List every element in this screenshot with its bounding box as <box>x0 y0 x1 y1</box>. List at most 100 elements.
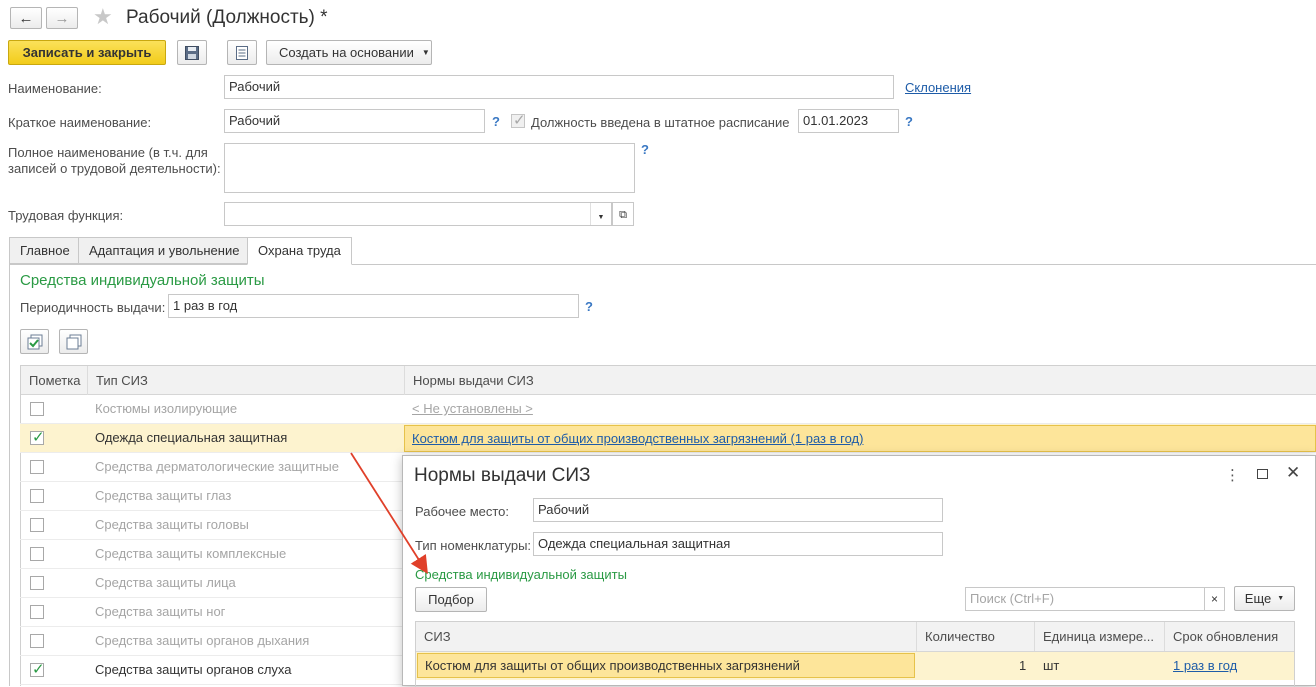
report-button[interactable] <box>227 40 257 65</box>
row-quantity: 1 <box>1019 658 1027 673</box>
row-ppe-norm-link[interactable]: Костюм для защиты от общих производствен… <box>412 431 863 446</box>
row-ppe-type: Одежда специальная защитная <box>95 430 288 445</box>
staff-schedule-checkbox[interactable]: ✓ <box>511 112 526 129</box>
dialog-title: Нормы выдачи СИЗ <box>414 465 591 486</box>
dialog-maximize-button[interactable] <box>1257 469 1268 479</box>
row-checkbox[interactable] <box>30 547 44 561</box>
row-checkbox[interactable]: ✓ <box>30 429 45 446</box>
row-ppe-type: Средства защиты органов слуха <box>95 662 292 677</box>
row-checkbox[interactable] <box>30 460 44 474</box>
check-icon: ✓ <box>32 661 45 678</box>
row-unit: шт <box>1043 658 1060 673</box>
dialog-menu-button[interactable]: ⋮ <box>1225 466 1240 484</box>
name-label: Наименование: <box>8 81 102 96</box>
dialog-table-row[interactable]: Костюм для защиты от общих производствен… <box>416 652 1294 680</box>
uncheck-all-button[interactable] <box>59 329 88 354</box>
save-and-close-button[interactable]: Записать и закрыть <box>8 40 166 65</box>
row-norm-cell-active[interactable]: Костюм для защиты от общих производствен… <box>404 425 1316 452</box>
close-icon: × <box>1210 592 1218 606</box>
back-button[interactable]: ← <box>10 7 42 29</box>
check-all-button[interactable] <box>20 329 49 354</box>
clear-search-button[interactable]: × <box>1204 587 1225 611</box>
forward-button[interactable]: → <box>46 7 78 29</box>
staff-date-help[interactable]: ? <box>905 114 913 129</box>
short-name-input[interactable]: Рабочий <box>224 109 485 133</box>
dialog-search-input[interactable]: Поиск (Ctrl+F) <box>965 587 1205 611</box>
col-ppe-norms[interactable]: Нормы выдачи СИЗ <box>405 366 1316 395</box>
row-ppe-type: Средства защиты ног <box>95 604 226 619</box>
periodicity-help[interactable]: ? <box>585 299 593 314</box>
col-quantity[interactable]: Количество <box>917 622 1035 651</box>
row-checkbox[interactable] <box>30 576 44 590</box>
row-ppe-type: Костюмы изолирующие <box>95 401 238 416</box>
declensions-link[interactable]: Склонения <box>905 80 971 95</box>
row-checkbox[interactable] <box>30 605 44 619</box>
col-ppe-type[interactable]: Тип СИЗ <box>88 366 405 395</box>
name-input[interactable]: Рабочий <box>224 75 894 99</box>
workplace-label: Рабочее место: <box>415 504 510 519</box>
col-unit[interactable]: Единица измере... <box>1035 622 1165 651</box>
arrow-right-icon: → <box>54 9 70 27</box>
check-all-icon <box>27 334 42 349</box>
col-siz[interactable]: СИЗ <box>416 622 917 651</box>
dropdown-triangle-icon: ▼ <box>597 214 605 221</box>
workplace-input[interactable]: Рабочий <box>533 498 943 522</box>
row-ppe-norm-link[interactable]: < Не установлены > <box>412 401 533 416</box>
row-ppe-type: Средства защиты органов дыхания <box>95 633 310 648</box>
dropdown-triangle-icon: ▼ <box>1277 595 1285 602</box>
ppe-norms-dialog: Нормы выдачи СИЗ ⋮ ✕ Рабочее место: Рабо… <box>402 455 1316 687</box>
check-icon: ✓ <box>513 112 526 129</box>
create-based-on-button[interactable]: Создать на основании ▼ <box>266 40 432 65</box>
col-renewal-term[interactable]: Срок обновления <box>1165 622 1294 651</box>
staff-schedule-label: Должность введена в штатное расписание <box>531 115 790 130</box>
row-ppe-type: Средства защиты лица <box>95 575 236 590</box>
ppe-table-header: Пометка Тип СИЗ Нормы выдачи СИЗ <box>21 366 1316 395</box>
col-mark[interactable]: Пометка <box>21 366 88 395</box>
floppy-disk-icon <box>185 45 199 60</box>
more-button[interactable]: Еще ▼ <box>1234 586 1295 611</box>
dialog-table: СИЗ Количество Единица измере... Срок об… <box>415 621 1295 687</box>
labor-function-dropdown-button[interactable]: ▼ <box>590 203 611 225</box>
open-window-icon: ⧉ <box>619 209 627 221</box>
nomenclature-label: Тип номенклатуры: <box>415 538 532 553</box>
window-title: Рабочий (Должность) * <box>126 7 328 28</box>
select-button[interactable]: Подбор <box>415 587 487 612</box>
more-vertical-icon: ⋮ <box>1225 467 1240 484</box>
tab-adaptation[interactable]: Адаптация и увольнение <box>78 237 251 264</box>
periodicity-input[interactable]: 1 раз в год <box>168 294 579 318</box>
check-icon: ✓ <box>32 429 45 446</box>
row-siz-cell-active[interactable]: Костюм для защиты от общих производствен… <box>417 653 915 678</box>
row-ppe-type: Средства защиты головы <box>95 517 249 532</box>
table-row[interactable]: Костюмы изолирующие < Не установлены > <box>20 395 1316 424</box>
labor-function-label: Трудовая функция: <box>8 208 124 223</box>
table-row-selected[interactable]: ✓ Одежда специальная защитная Костюм для… <box>20 424 1316 453</box>
favorite-star-icon[interactable]: ★ <box>93 4 113 30</box>
full-name-label-line1: Полное наименование (в т.ч. для <box>8 145 208 160</box>
periodicity-label: Периодичность выдачи: <box>20 300 166 315</box>
full-name-textarea[interactable] <box>224 143 635 193</box>
staff-date-input[interactable]: 01.01.2023 <box>798 109 899 133</box>
tab-main[interactable]: Главное <box>9 237 81 264</box>
row-ppe-type: Средства дерматологические защитные <box>95 459 339 474</box>
close-icon: ✕ <box>1286 463 1301 482</box>
row-renewal-term-link[interactable]: 1 раз в год <box>1173 658 1237 673</box>
tab-labor-protection[interactable]: Охрана труда <box>247 237 352 265</box>
row-checkbox[interactable] <box>30 518 44 532</box>
dialog-table-header: СИЗ Количество Единица измере... Срок об… <box>416 622 1294 652</box>
save-button[interactable] <box>177 40 207 65</box>
row-ppe-type: Средства защиты глаз <box>95 488 232 503</box>
row-checkbox[interactable] <box>30 402 44 416</box>
row-checkbox[interactable] <box>30 634 44 648</box>
row-checkbox[interactable]: ✓ <box>30 661 45 678</box>
dialog-section-title: Средства индивидуальной защиты <box>415 567 627 582</box>
labor-function-open-button[interactable]: ⧉ <box>612 202 634 226</box>
short-name-help[interactable]: ? <box>492 114 500 129</box>
nomenclature-input[interactable]: Одежда специальная защитная <box>533 532 943 556</box>
full-name-help[interactable]: ? <box>641 142 649 157</box>
full-name-label-line2: записей о трудовой деятельности): <box>8 161 221 176</box>
document-list-icon <box>236 45 248 60</box>
row-checkbox[interactable] <box>30 489 44 503</box>
dialog-close-button[interactable]: ✕ <box>1286 463 1300 483</box>
dropdown-triangle-icon: ▼ <box>421 48 430 57</box>
labor-function-input[interactable] <box>224 202 612 226</box>
